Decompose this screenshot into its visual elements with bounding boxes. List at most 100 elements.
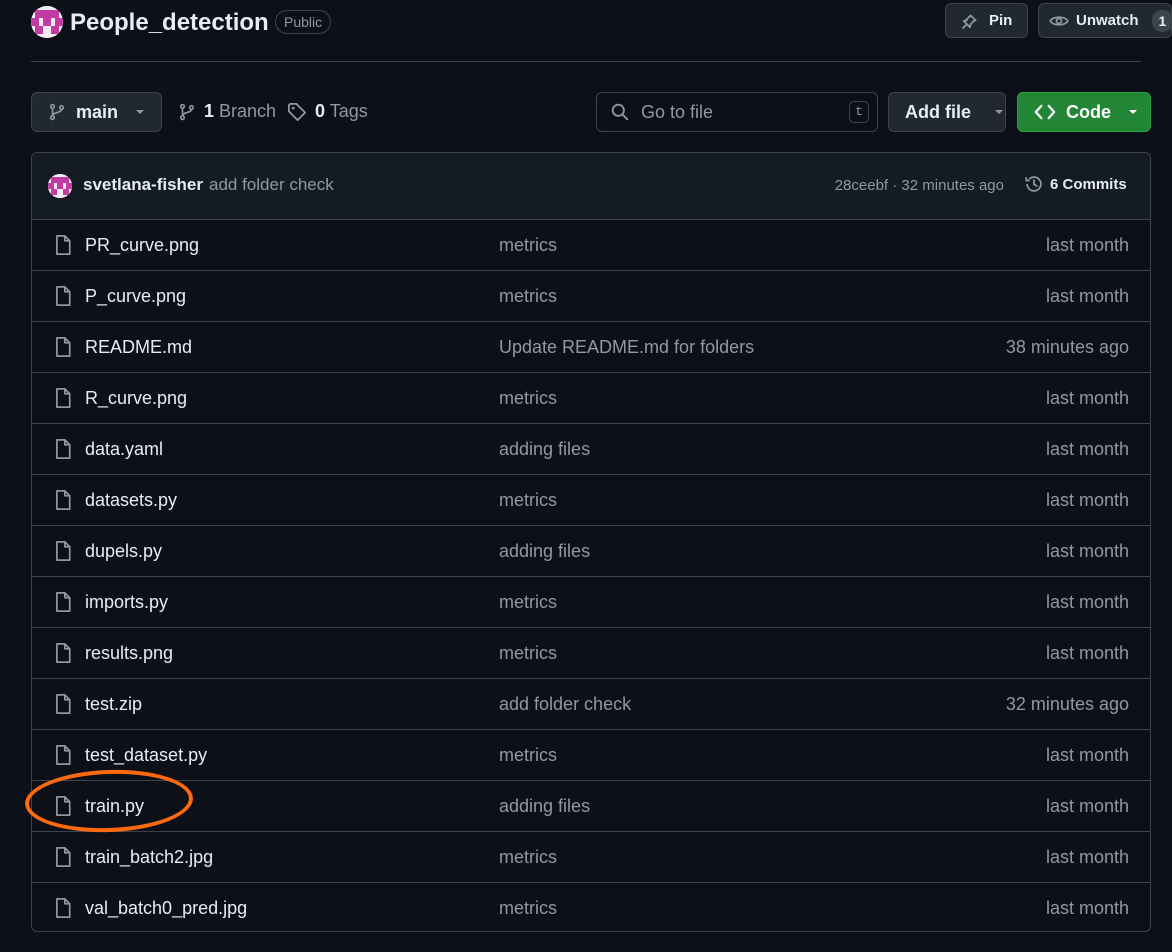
file-commit-date: last month [1045,796,1129,816]
file-icon [56,642,71,664]
file-row[interactable]: test.zip add folder check 32 minutes ago [32,679,1150,730]
file-icon-wrap [53,846,73,873]
file-name[interactable]: imports.py [85,592,168,613]
commit-message[interactable]: add folder check [209,175,334,195]
tags-count: 0 [315,101,326,121]
file-commit-message[interactable]: metrics [499,643,557,664]
file-name[interactable]: dupels.py [85,541,162,562]
commits-count-label: 6 Commits [1050,175,1127,193]
chevron-down-icon [136,110,145,114]
file-commit-message[interactable]: metrics [499,235,557,256]
add-file-button[interactable]: Add file [888,92,1006,132]
file-icon [56,693,71,715]
eye-icon [1049,15,1069,26]
file-icon-wrap [53,387,73,414]
commits-history-link[interactable]: 6 Commits [1024,174,1127,194]
tags-link[interactable]: 0 Tags [287,101,368,122]
file-commit-date: last month [1045,745,1129,765]
file-row[interactable]: val_batch0_pred.jpg metrics last month [32,883,1150,931]
unwatch-button[interactable]: Unwatch 1 [1038,3,1172,38]
file-icon-wrap [53,489,73,516]
file-row[interactable]: train_batch2.jpg metrics last month [32,832,1150,883]
file-commit-message[interactable]: metrics [499,898,557,919]
file-name[interactable]: results.png [85,643,173,664]
file-row[interactable]: README.md Update README.md for folders 38 … [32,322,1150,373]
file-commit-message[interactable]: adding files [499,796,590,817]
file-name[interactable]: data.yaml [85,439,163,460]
repo-owner-avatar[interactable] [31,6,63,38]
file-icon [56,489,71,511]
file-name[interactable]: PR_curve.png [85,235,199,256]
latest-commit-bar: svetlana-fisher add folder check 28ceebf… [32,153,1150,220]
tags-label: Tags [329,101,368,121]
file-icon-wrap [53,336,73,363]
file-icon [56,795,71,817]
commit-hash-time[interactable]: 28ceebf · 32 minutes ago [835,177,1004,194]
file-icon [56,285,71,307]
file-commit-date: last month [1045,490,1129,510]
file-row[interactable]: test_dataset.py metrics last month [32,730,1150,781]
file-commit-message[interactable]: metrics [499,490,557,511]
file-name[interactable]: P_curve.png [85,286,186,307]
chevron-down-icon [1129,110,1137,114]
file-commit-date: last month [1045,847,1129,867]
file-icon [56,336,71,358]
file-commit-message[interactable]: adding files [499,541,590,562]
file-commit-message[interactable]: metrics [499,286,557,307]
file-commit-date: last month [1045,643,1129,663]
tag-icon [288,102,306,121]
code-button[interactable]: Code [1017,92,1151,132]
file-icon-wrap [53,642,73,669]
file-name[interactable]: val_batch0_pred.jpg [85,898,247,919]
file-name[interactable]: test_dataset.py [85,745,207,766]
branch-icon [49,103,65,121]
file-commit-message[interactable]: adding files [499,439,590,460]
branches-label: Branch [219,101,277,121]
history-icon [1025,176,1042,192]
unwatch-label: Unwatch [1076,12,1139,29]
file-icon [56,846,71,868]
file-commit-message[interactable]: metrics [499,592,557,613]
file-name[interactable]: datasets.py [85,490,177,511]
file-icon [56,387,71,409]
file-row[interactable]: datasets.py metrics last month [32,475,1150,526]
file-name[interactable]: train.py [85,796,144,817]
pin-button[interactable]: Pin [945,3,1028,38]
file-icon-wrap [53,234,73,261]
file-row[interactable]: train.py adding files last month [32,781,1150,832]
file-commit-message[interactable]: metrics [499,847,557,868]
file-commit-message[interactable]: metrics [499,745,557,766]
file-row[interactable]: data.yaml adding files last month [32,424,1150,475]
file-row[interactable]: P_curve.png metrics last month [32,271,1150,322]
file-icon-wrap [53,591,73,618]
file-name[interactable]: test.zip [85,694,142,715]
file-icon-wrap [53,744,73,771]
search-input[interactable] [639,100,833,124]
commit-author-avatar[interactable] [48,174,72,198]
file-row[interactable]: results.png metrics last month [32,628,1150,679]
chevron-down-icon [995,110,1003,114]
file-commit-message[interactable]: metrics [499,388,557,409]
file-icon [56,540,71,562]
file-icon [56,234,71,256]
file-name[interactable]: train_batch2.jpg [85,847,213,868]
file-row[interactable]: imports.py metrics last month [32,577,1150,628]
file-commit-date: last month [1045,388,1129,408]
branch-name: main [76,101,119,122]
branch-select-button[interactable]: main [31,92,162,132]
file-name[interactable]: README.md [85,337,192,358]
file-icon-wrap [53,795,73,822]
search-icon [611,103,629,121]
branches-link[interactable]: 1 Branch [178,101,276,122]
go-to-file-search[interactable]: t [596,92,878,132]
file-row[interactable]: dupels.py adding files last month [32,526,1150,577]
repo-name[interactable]: People_detection [70,6,269,40]
file-commit-message[interactable]: Update README.md for folders [499,337,754,358]
file-row[interactable]: PR_curve.png metrics last month [32,220,1150,271]
file-commit-date: last month [1045,898,1129,918]
file-row[interactable]: R_curve.png metrics last month [32,373,1150,424]
file-name[interactable]: R_curve.png [85,388,187,409]
file-commit-date: last month [1045,592,1129,612]
commit-author[interactable]: svetlana-fisher [83,175,203,195]
file-commit-message[interactable]: add folder check [499,694,631,715]
